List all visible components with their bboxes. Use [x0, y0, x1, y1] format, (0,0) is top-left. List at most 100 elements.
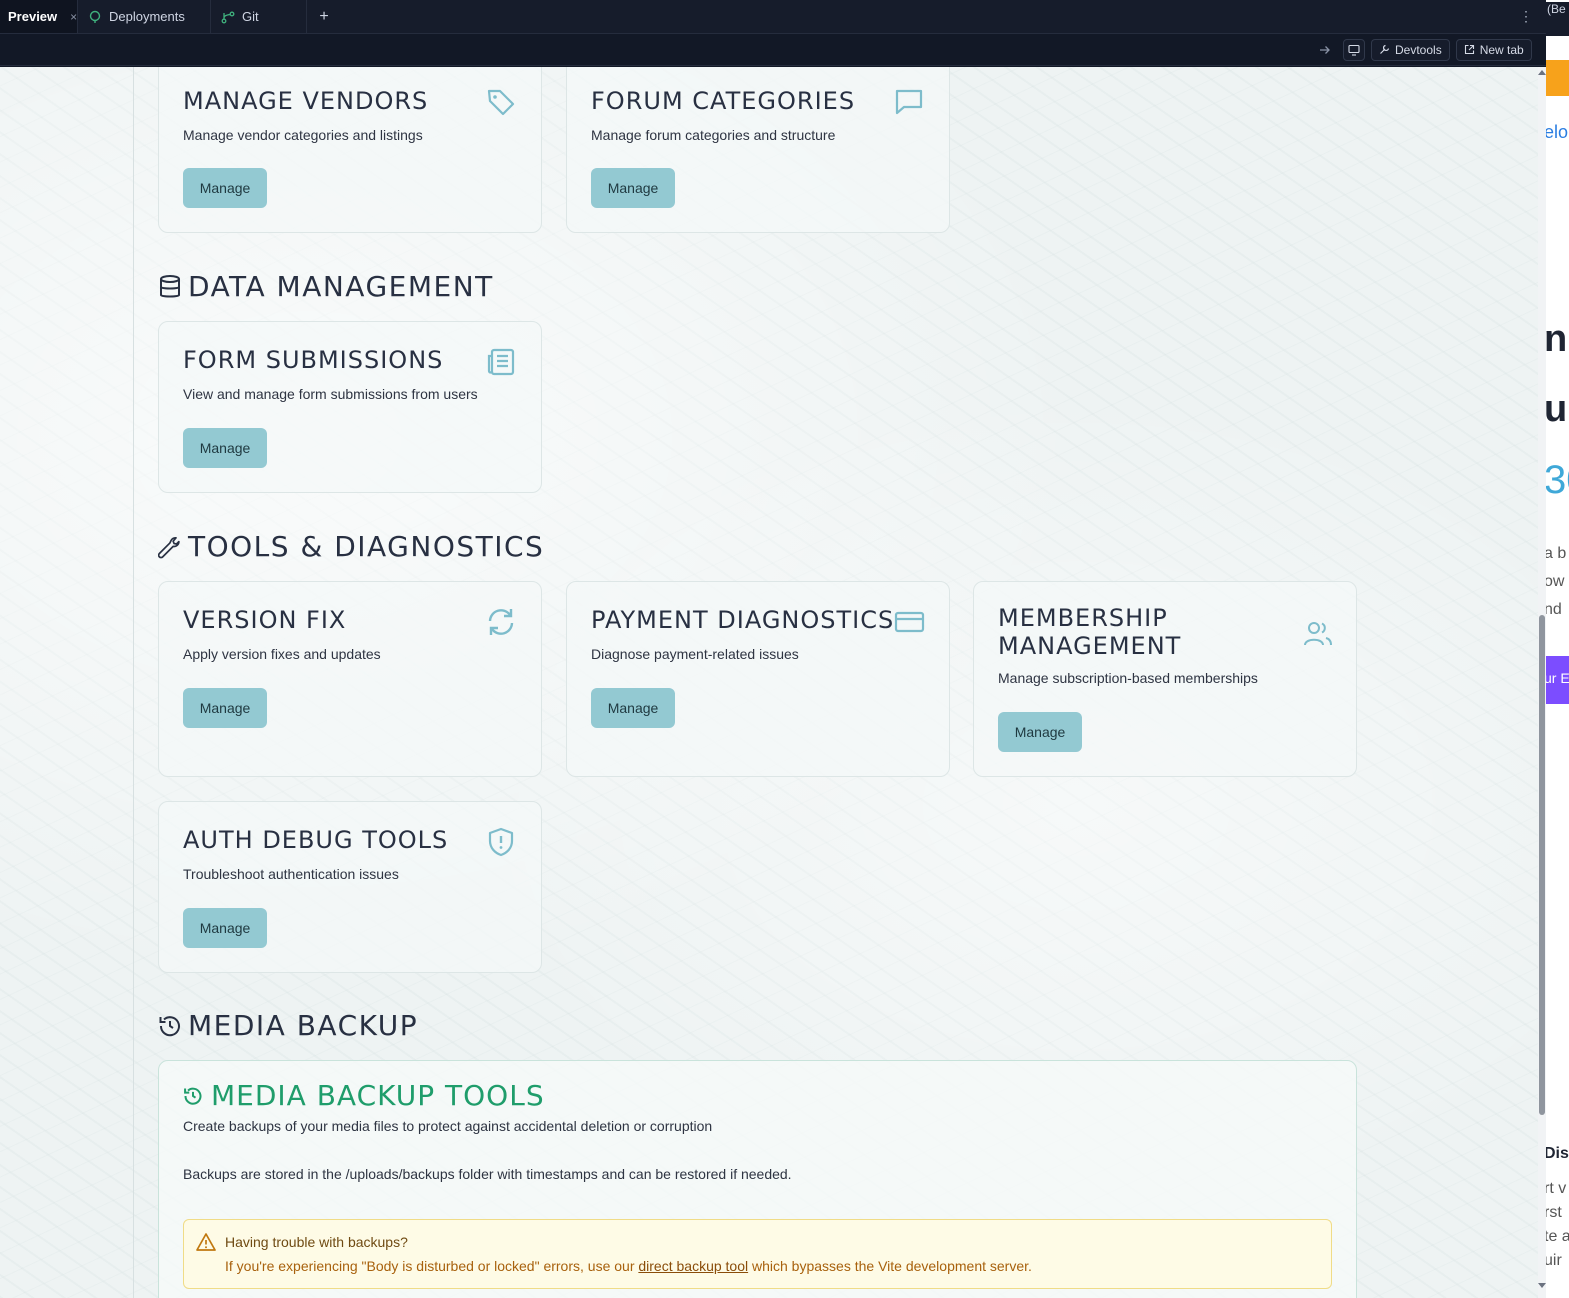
tag-icon [487, 89, 515, 116]
section-data-management: DATA MANAGEMENT [158, 270, 494, 303]
adjacent-fragment: rt v [1546, 1180, 1567, 1197]
devtools-label: Devtools [1395, 42, 1442, 57]
adjacent-panel: (Be elo n ur 30 a b ow nd ur E Dis rt v … [1546, 0, 1569, 1298]
card-payment-diagnostics: PAYMENT DIAGNOSTICS Diagnose payment-rel… [566, 581, 950, 777]
adjacent-fragment: ur E [1546, 656, 1569, 704]
card-manage-vendors: MANAGE VENDORS Manage vendor categories … [158, 67, 542, 233]
card-description: Manage vendor categories and listings [183, 127, 423, 143]
card-version-fix: VERSION FIX Apply version fixes and upda… [158, 581, 542, 777]
adjacent-fragment: ur [1546, 388, 1569, 430]
adjacent-fragment: n [1546, 318, 1568, 360]
adjacent-fragment: te a [1546, 1228, 1569, 1245]
manage-forum-button[interactable]: Manage [591, 168, 675, 208]
card-media-backup-tools: MEDIA BACKUP TOOLS Create backups of you… [158, 1060, 1357, 1298]
card-description: Manage forum categories and structure [591, 127, 836, 143]
url-bar[interactable] [0, 38, 1337, 62]
preview-viewport: MANAGE VENDORS Manage vendor categories … [0, 67, 1538, 1298]
backup-storage-note: Backups are stored in the /uploads/backu… [183, 1166, 792, 1182]
tab-close-icon[interactable]: × [70, 10, 77, 24]
adjacent-fragment: elo [1546, 122, 1569, 142]
adjacent-fragment: nd [1546, 601, 1562, 618]
preview-toolbar: Devtools New tab [0, 34, 1546, 66]
card-title: AUTH DEBUG TOOLS [183, 826, 449, 854]
warning-triangle-icon [196, 1233, 216, 1251]
backup-warning-alert: Having trouble with backups? If you're e… [183, 1219, 1332, 1289]
adjacent-fragment: ow [1546, 573, 1565, 590]
alert-title: Having trouble with backups? [225, 1234, 408, 1250]
tab-deployments-label: Deployments [109, 9, 185, 24]
shield-alert-icon [488, 827, 514, 857]
adjacent-fragment: rst [1546, 1204, 1562, 1221]
credit-card-icon [894, 611, 925, 633]
adjacent-fragment: Dis [1546, 1145, 1569, 1162]
go-arrow-icon[interactable] [1319, 44, 1331, 56]
users-icon [1304, 622, 1332, 646]
card-title: PAYMENT DIAGNOSTICS [591, 606, 895, 634]
adjacent-fragment: 30 [1546, 458, 1569, 502]
adjacent-fragment: uir [1546, 1252, 1562, 1269]
scrollbar-thumb[interactable] [1539, 615, 1545, 1115]
monitor-icon [1348, 44, 1360, 56]
card-description: Diagnose payment-related issues [591, 646, 799, 662]
git-branch-icon [221, 11, 235, 23]
card-description: View and manage form submissions from us… [183, 386, 478, 402]
card-form-submissions: FORM SUBMISSIONS View and manage form su… [158, 321, 542, 493]
card-title: VERSION FIX [183, 606, 347, 634]
sidebar-divider [133, 67, 134, 1298]
tab-preview[interactable]: Preview × [0, 0, 78, 33]
manage-version-button[interactable]: Manage [183, 688, 267, 728]
card-description: Manage subscription-based memberships [998, 670, 1258, 686]
section-media-backup: MEDIA BACKUP [158, 1009, 418, 1042]
deployments-icon [89, 10, 101, 23]
devtools-button[interactable]: Devtools [1371, 38, 1450, 61]
new-tab-label: New tab [1479, 42, 1524, 57]
section-title: TOOLS & DIAGNOSTICS [188, 530, 545, 563]
database-icon [160, 274, 180, 297]
newspaper-icon [487, 348, 515, 376]
adjacent-orange-bar [1546, 60, 1569, 96]
section-title: MEDIA BACKUP [188, 1009, 419, 1042]
card-description: Apply version fixes and updates [183, 646, 381, 662]
browser-tab-bar: Preview × Deployments Git + ⋮ [0, 0, 1546, 34]
add-tab-button[interactable]: + [307, 0, 341, 33]
history-icon [184, 1087, 202, 1105]
external-link-icon [1464, 44, 1474, 55]
manage-forms-button[interactable]: Manage [183, 428, 267, 468]
new-tab-button[interactable]: New tab [1455, 38, 1532, 61]
manage-auth-button[interactable]: Manage [183, 908, 267, 948]
manage-membership-button[interactable]: Manage [998, 712, 1082, 752]
adjacent-fragment: (Be [1546, 2, 1569, 36]
more-menu-icon[interactable]: ⋮ [1506, 0, 1546, 33]
card-membership-management: MEMBERSHIP MANAGEMENT Manage subscriptio… [973, 581, 1357, 777]
card-description: Troubleshoot authentication issues [183, 866, 399, 882]
tab-git-label: Git [242, 9, 259, 24]
adjacent-fragment: a b [1546, 545, 1567, 562]
card-title: FORUM CATEGORIES [591, 87, 856, 115]
tab-deployments[interactable]: Deployments [78, 0, 211, 33]
card-title: MEMBERSHIP MANAGEMENT [998, 604, 1181, 660]
manage-payment-button[interactable]: Manage [591, 688, 675, 728]
card-title-line: MEMBERSHIP [998, 604, 1168, 632]
alert-text: If you're experiencing "Body is disturbe… [225, 1258, 639, 1274]
backup-title: MEDIA BACKUP TOOLS [183, 1079, 545, 1112]
section-title: DATA MANAGEMENT [188, 270, 494, 303]
manage-vendors-button[interactable]: Manage [183, 168, 267, 208]
backup-description: Create backups of your media files to pr… [183, 1118, 713, 1134]
tab-preview-label: Preview [8, 9, 58, 24]
wrench-icon [158, 536, 180, 558]
scroll-up-icon[interactable] [1537, 68, 1547, 76]
wrench-icon [1380, 44, 1390, 54]
alert-text: which bypasses the Vite development serv… [748, 1258, 1032, 1274]
device-toggle-button[interactable] [1343, 38, 1365, 61]
scroll-down-icon[interactable] [1537, 1282, 1547, 1290]
backup-title-text: MEDIA BACKUP TOOLS [211, 1079, 545, 1112]
card-title: MANAGE VENDORS [183, 87, 429, 115]
card-title-line: MANAGEMENT [998, 632, 1182, 660]
section-tools-diagnostics: TOOLS & DIAGNOSTICS [158, 530, 544, 563]
history-icon [159, 1015, 180, 1036]
refresh-icon [488, 609, 514, 635]
message-square-icon [895, 89, 923, 115]
tab-git[interactable]: Git [211, 0, 307, 33]
direct-backup-tool-link[interactable]: direct backup tool [638, 1258, 748, 1274]
card-auth-debug-tools: AUTH DEBUG TOOLS Troubleshoot authentica… [158, 801, 542, 973]
